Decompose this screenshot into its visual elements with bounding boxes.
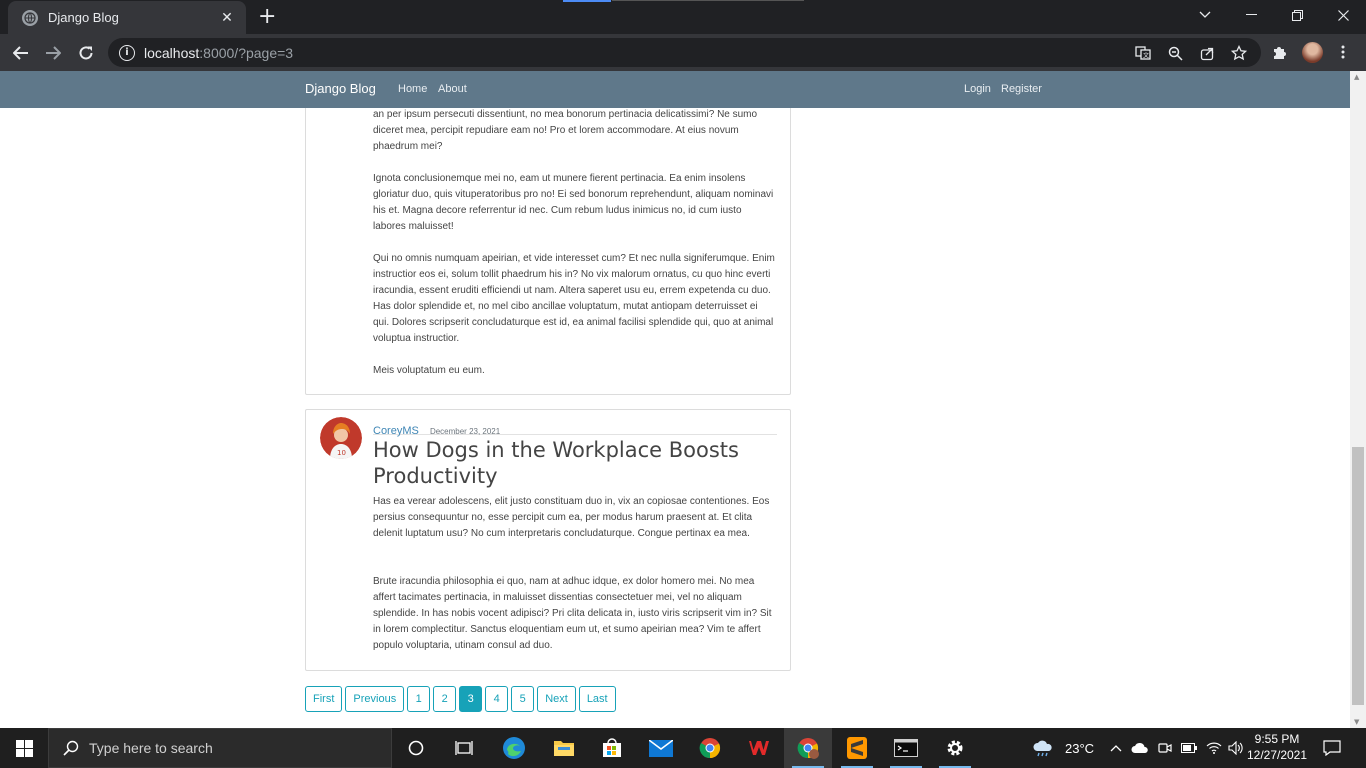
restore-icon[interactable]: [1274, 0, 1320, 30]
svg-text:文: 文: [1143, 52, 1149, 60]
pagination-next[interactable]: Next: [537, 686, 576, 712]
post-card: 10 CoreyMS December 23, 2021 How Dogs in…: [305, 409, 791, 671]
weather-widget[interactable]: 23°C: [1032, 728, 1094, 768]
svg-text:10: 10: [337, 449, 346, 457]
tab-title: Django Blog: [48, 10, 119, 25]
search-icon: [63, 740, 79, 756]
clock-time: 9:55 PM: [1254, 732, 1300, 746]
post-meta: CoreyMS December 23, 2021: [373, 419, 777, 437]
post-paragraph: Ignota conclusionemque mei no, eam ut mu…: [373, 173, 774, 232]
author-avatar: 10: [320, 417, 362, 459]
weather-cloud-rain-icon: [1032, 738, 1054, 758]
sublime-text-icon[interactable]: [833, 728, 881, 768]
scrollbar-thumb[interactable]: [1352, 447, 1364, 705]
pagination-previous[interactable]: Previous: [345, 686, 405, 712]
task-view-icon[interactable]: [440, 728, 488, 768]
new-tab-button[interactable]: +: [258, 4, 276, 30]
terminal-icon[interactable]: [882, 728, 930, 768]
pagination-page-1[interactable]: 1: [407, 686, 431, 712]
tab-close-icon[interactable]: ✕: [218, 10, 236, 26]
nav-about-link[interactable]: About: [438, 83, 467, 95]
browser-toolbar: i localhost:8000/?page=3 文: [0, 34, 1366, 71]
post-paragraph: an per ipsum persecuti dissentiunt, no m…: [373, 109, 758, 152]
close-window-icon[interactable]: [1320, 0, 1366, 30]
page-scrollbar[interactable]: ▲ ▼: [1350, 71, 1366, 728]
post-paragraph: Meis voluptatum eu eum.: [373, 365, 485, 376]
browser-tab-strip: Django Blog ✕ +: [0, 0, 1366, 34]
url-path: :8000/?page=3: [199, 44, 294, 61]
menu-kebab-icon[interactable]: [1332, 41, 1354, 63]
site-navbar: Django Blog Home About Login Register: [0, 71, 1350, 108]
post-date: December 23, 2021: [429, 427, 501, 436]
nav-login-link[interactable]: Login: [964, 83, 991, 95]
page-content: an per ipsum persecuti dissentiunt, no m…: [0, 108, 1350, 728]
pagination-page-3-current[interactable]: 3: [459, 686, 483, 712]
pagination-first[interactable]: First: [305, 686, 343, 712]
volume-icon[interactable]: [1228, 728, 1244, 768]
post-author-link[interactable]: CoreyMS: [373, 425, 419, 437]
edge-browser-icon[interactable]: [490, 728, 538, 768]
forward-arrow-icon[interactable]: [40, 40, 66, 66]
globe-icon: [22, 9, 38, 26]
tray-chevron-up-icon[interactable]: [1110, 728, 1122, 768]
search-placeholder: Type here to search: [89, 740, 213, 756]
url-host: localhost: [144, 44, 200, 61]
minimize-icon[interactable]: [1228, 0, 1274, 30]
tab-strip-accent: [563, 0, 611, 2]
site-brand[interactable]: Django Blog: [305, 81, 376, 96]
windows-taskbar: Type here to search 23°C 9:55 PM 12/27/2…: [0, 728, 1366, 768]
nav-home-link[interactable]: Home: [398, 83, 427, 95]
pagination: First Previous 1 2 3 4 5 Next Last: [305, 686, 616, 712]
wifi-icon[interactable]: [1206, 728, 1222, 768]
pagination-page-4[interactable]: 4: [485, 686, 509, 712]
settings-gear-icon[interactable]: [931, 728, 979, 768]
scroll-down-arrow-icon[interactable]: ▼: [1354, 718, 1359, 726]
share-icon[interactable]: [1198, 44, 1216, 62]
chrome-icon[interactable]: [686, 728, 734, 768]
url-text: localhost:8000/?page=3: [144, 45, 293, 61]
taskbar-clock[interactable]: 9:55 PM 12/27/2021: [1246, 731, 1308, 763]
back-arrow-icon[interactable]: [8, 40, 34, 66]
nav-register-link[interactable]: Register: [1001, 83, 1042, 95]
post-card: an per ipsum persecuti dissentiunt, no m…: [305, 108, 791, 395]
profile-avatar[interactable]: [1302, 42, 1323, 63]
tab-search-icon[interactable]: [1182, 0, 1228, 30]
post-paragraph: Qui no omnis numquam apeirian, et vide i…: [373, 253, 775, 344]
wps-office-icon[interactable]: [735, 728, 783, 768]
bookmark-star-icon[interactable]: [1230, 44, 1248, 62]
address-bar[interactable]: i localhost:8000/?page=3 文: [108, 38, 1261, 67]
pagination-last[interactable]: Last: [578, 686, 616, 712]
microsoft-store-icon[interactable]: [588, 728, 636, 768]
onedrive-cloud-icon[interactable]: [1131, 728, 1149, 768]
extensions-puzzle-icon[interactable]: [1268, 41, 1290, 63]
post-title-link[interactable]: How Dogs in the Workplace Boosts Product…: [373, 437, 777, 489]
notification-icon[interactable]: [1323, 728, 1341, 768]
post-paragraph: Brute iracundia philosophia ei quo, nam …: [373, 576, 772, 651]
browser-tab-active[interactable]: Django Blog ✕: [8, 1, 246, 34]
weather-temperature: 23°C: [1065, 740, 1095, 756]
file-explorer-icon[interactable]: [540, 728, 588, 768]
chrome-active-window-icon[interactable]: [784, 728, 832, 768]
scroll-up-arrow-icon[interactable]: ▲: [1354, 73, 1359, 81]
meet-now-icon[interactable]: [1158, 728, 1172, 768]
windows-start-icon[interactable]: [0, 728, 48, 768]
taskbar-search-box[interactable]: Type here to search: [48, 728, 392, 768]
tab-strip-divider: [612, 0, 804, 1]
zoom-icon[interactable]: [1166, 44, 1184, 62]
post-paragraph: Has ea verear adolescens, elit justo con…: [373, 496, 770, 539]
battery-icon[interactable]: [1181, 728, 1197, 768]
site-info-icon[interactable]: i: [119, 44, 135, 61]
clock-date: 12/27/2021: [1246, 748, 1308, 762]
pagination-page-5[interactable]: 5: [511, 686, 535, 712]
cortana-icon[interactable]: [392, 728, 440, 768]
mail-icon[interactable]: [637, 728, 685, 768]
reload-icon[interactable]: [73, 40, 99, 66]
pagination-page-2[interactable]: 2: [433, 686, 457, 712]
translate-icon[interactable]: 文: [1134, 44, 1152, 62]
